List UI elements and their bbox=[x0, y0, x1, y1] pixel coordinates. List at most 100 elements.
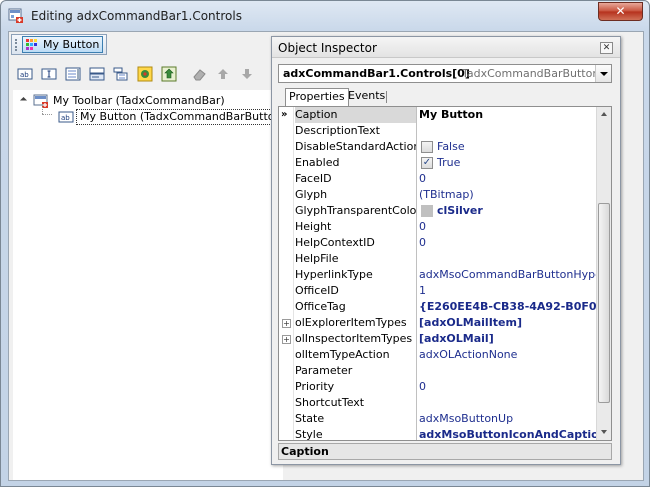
move-up-tool[interactable] bbox=[213, 64, 233, 84]
tab-events[interactable]: Events bbox=[345, 88, 388, 106]
property-row[interactable]: GlyphTransparentColor clSilver bbox=[279, 203, 597, 219]
property-name: GlyphTransparentColor bbox=[295, 204, 416, 217]
collapse-icon[interactable] bbox=[19, 96, 28, 105]
property-row[interactable]: Parameter bbox=[279, 363, 597, 379]
tab-separator bbox=[386, 91, 387, 103]
add-button-tool[interactable]: ab bbox=[15, 64, 35, 84]
expand-plus-icon[interactable]: + bbox=[282, 335, 291, 344]
property-row[interactable]: Style adxMsoButtonIconAndCaption bbox=[279, 427, 597, 440]
object-inspector-window: Object Inspector ✕ adxCommandBar1.Contro… bbox=[271, 36, 621, 465]
add-admin-tool[interactable] bbox=[159, 64, 179, 84]
object-selector-combobox[interactable]: adxCommandBar1.Controls[0] TadxCommandBa… bbox=[278, 64, 612, 83]
property-value-text: True bbox=[437, 156, 461, 169]
property-row[interactable]: FaceID 0 bbox=[279, 171, 597, 187]
property-row[interactable]: Priority 0 bbox=[279, 379, 597, 395]
property-row[interactable]: Height 0 bbox=[279, 219, 597, 235]
property-row[interactable]: OfficeID 1 bbox=[279, 283, 597, 299]
property-value[interactable]: clSilver bbox=[419, 203, 597, 219]
popup-icon bbox=[113, 67, 128, 81]
property-value[interactable]: 0 bbox=[419, 235, 597, 251]
property-name: HyperlinkType bbox=[295, 268, 373, 281]
scroll-down-icon[interactable] bbox=[597, 425, 611, 440]
preview-my-button[interactable]: My Button bbox=[22, 36, 104, 53]
property-value[interactable]: adxMsoCommandBarButtonHyperlinkN bbox=[419, 267, 597, 283]
property-row[interactable]: HyperlinkType adxMsoCommandBarButtonHyper… bbox=[279, 267, 597, 283]
move-down-tool[interactable] bbox=[237, 64, 257, 84]
property-value[interactable]: [adxOLMail] bbox=[419, 331, 597, 347]
property-row[interactable]: Glyph (TBitmap) bbox=[279, 187, 597, 203]
property-name: OfficeTag bbox=[295, 300, 346, 313]
arrow-down-icon bbox=[242, 69, 252, 79]
rainbow-icon bbox=[26, 39, 37, 50]
property-name: HelpFile bbox=[295, 252, 339, 265]
svg-text:ab: ab bbox=[20, 71, 29, 79]
property-row[interactable]: + olExplorerItemTypes [adxOLMailItem] bbox=[279, 315, 597, 331]
button-ab-icon: ab bbox=[17, 68, 33, 80]
property-row[interactable]: DescriptionText bbox=[279, 123, 597, 139]
property-grid-scrollbar[interactable] bbox=[596, 107, 611, 440]
title-bar: Editing adxCommandBar1.Controls ✕ bbox=[1, 1, 649, 31]
delete-tool[interactable] bbox=[189, 64, 209, 84]
add-dropdown-tool[interactable] bbox=[87, 64, 107, 84]
chevron-down-icon[interactable] bbox=[595, 65, 611, 82]
add-popup-tool[interactable] bbox=[111, 64, 131, 84]
property-value[interactable]: 0 bbox=[419, 171, 597, 187]
property-name: Caption bbox=[295, 107, 416, 123]
property-value[interactable]: adxOLActionNone bbox=[419, 347, 597, 363]
expand-plus-icon[interactable]: + bbox=[282, 319, 291, 328]
property-value[interactable]: ✓ True bbox=[419, 155, 597, 171]
property-row[interactable]: HelpContextID 0 bbox=[279, 235, 597, 251]
property-value[interactable]: My Button bbox=[419, 107, 597, 123]
property-row[interactable]: DisableStandardAction False bbox=[279, 139, 597, 155]
scroll-thumb[interactable] bbox=[598, 203, 610, 403]
property-name: olInspectorItemTypes bbox=[295, 332, 413, 345]
checkbox-checked-icon[interactable]: ✓ bbox=[421, 157, 433, 169]
inspector-title-bar[interactable]: Object Inspector ✕ bbox=[272, 37, 620, 58]
color-swatch-icon bbox=[421, 205, 433, 217]
tree-connector bbox=[42, 104, 43, 114]
property-name: Enabled bbox=[295, 156, 340, 169]
property-name: Height bbox=[295, 220, 332, 233]
property-row[interactable]: + olInspectorItemTypes [adxOLMail] bbox=[279, 331, 597, 347]
tree-node-toolbar-label: My Toolbar (TadxCommandBar) bbox=[53, 94, 225, 107]
property-value[interactable]: 0 bbox=[419, 379, 597, 395]
scroll-up-icon[interactable] bbox=[597, 107, 611, 122]
property-row[interactable]: OfficeTag {E260EE4B-CB38-4A92-B0F0-6C bbox=[279, 299, 597, 315]
property-row[interactable]: Enabled ✓ True bbox=[279, 155, 597, 171]
dropdown-icon bbox=[89, 67, 105, 81]
property-value[interactable]: 0 bbox=[419, 219, 597, 235]
property-grid[interactable]: » Caption My Button DescriptionText DisableS… bbox=[278, 106, 612, 441]
property-value[interactable] bbox=[419, 123, 597, 139]
property-value[interactable]: [adxOLMailItem] bbox=[419, 315, 597, 331]
property-row[interactable]: State adxMsoButtonUp bbox=[279, 411, 597, 427]
inspector-close-button[interactable]: ✕ bbox=[600, 42, 613, 54]
button-ab-icon: ab bbox=[58, 111, 74, 123]
property-value[interactable]: False bbox=[419, 139, 597, 155]
property-value[interactable] bbox=[419, 251, 597, 267]
edit-box-icon bbox=[41, 68, 57, 80]
toolbar-grip-icon[interactable] bbox=[15, 39, 18, 51]
property-name: HelpContextID bbox=[295, 236, 375, 249]
property-value[interactable] bbox=[419, 395, 597, 411]
property-value-text: clSilver bbox=[437, 204, 483, 217]
add-edit-tool[interactable] bbox=[39, 64, 59, 84]
property-row[interactable]: HelpFile bbox=[279, 251, 597, 267]
window-close-button[interactable]: ✕ bbox=[598, 2, 643, 21]
property-value[interactable]: adxMsoButtonUp bbox=[419, 411, 597, 427]
property-value[interactable]: {E260EE4B-CB38-4A92-B0F0-6C bbox=[419, 299, 597, 315]
checkbox-unchecked-icon[interactable] bbox=[421, 141, 433, 153]
property-row[interactable]: olItemTypeAction adxOLActionNone bbox=[279, 347, 597, 363]
property-value[interactable]: (TBitmap) bbox=[419, 187, 597, 203]
property-value[interactable]: adxMsoButtonIconAndCaption bbox=[419, 427, 597, 440]
property-value[interactable] bbox=[419, 363, 597, 379]
tab-properties[interactable]: Properties bbox=[285, 88, 349, 106]
add-combobox-tool[interactable] bbox=[63, 64, 83, 84]
property-row[interactable]: » Caption My Button bbox=[279, 107, 597, 123]
property-row[interactable]: ShortcutText bbox=[279, 395, 597, 411]
eraser-icon bbox=[193, 69, 206, 81]
controls-tree[interactable]: My Toolbar (TadxCommandBar) ab My Button… bbox=[13, 90, 290, 480]
add-control-tool[interactable] bbox=[135, 64, 155, 84]
property-value[interactable]: 1 bbox=[419, 283, 597, 299]
combobox-icon bbox=[65, 67, 81, 81]
property-name: Glyph bbox=[295, 188, 328, 201]
